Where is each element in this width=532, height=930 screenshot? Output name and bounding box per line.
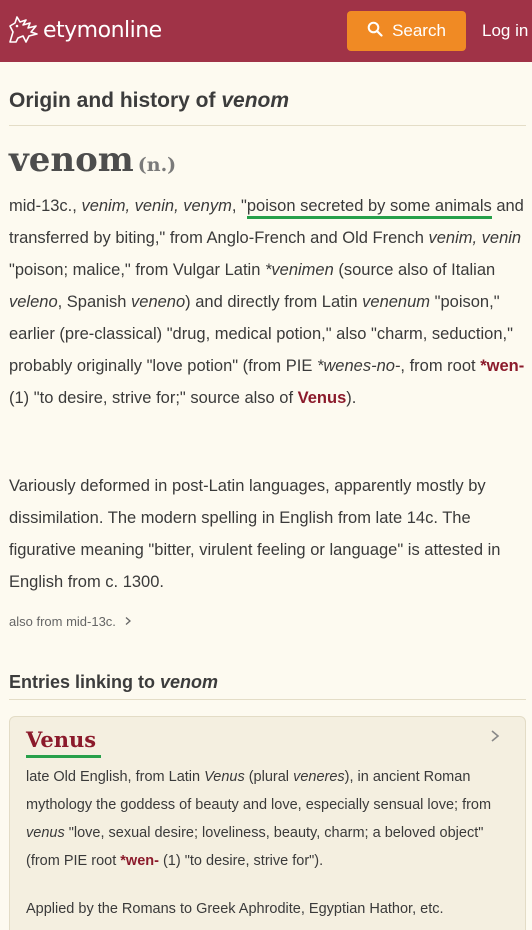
divider [9,699,526,700]
section-title-prefix: Entries linking to [9,672,161,692]
entry-paragraph-2: Variously deformed in post-Latin languag… [9,477,501,591]
search-icon [367,21,392,42]
search-button-label: Search [392,21,446,40]
section-title: Entries linking to venom [9,672,218,693]
top-bar: etymonline Search Log in [0,0,532,62]
entry-word-text: venom [9,140,134,180]
griffin-logo-icon [6,14,40,46]
part-of-speech: (n.) [137,154,177,176]
page-title-prefix: Origin and history of [9,89,222,112]
chevron-right-icon [120,614,133,629]
entry-paragraph: mid-13c., venim, venin, venym, "poison s… [9,197,525,407]
login-link[interactable]: Log in [482,21,528,41]
card-paragraph: late Old English, from Latin Venus (plur… [26,769,492,869]
card-paragraph-2: Applied by the Romans to Greek Aphrodite… [26,901,444,917]
linked-entry-card[interactable]: Venus late Old English, from Latin Venus… [9,716,526,930]
card-title-underline [26,755,101,758]
section-title-word: venom [160,672,219,692]
search-button[interactable]: Search [347,11,466,51]
link-wen-root[interactable]: *wen- [480,357,524,375]
link-venus[interactable]: Venus [298,389,347,407]
also-from-text: also from mid-13c. [9,614,116,629]
card-link-wen-root[interactable]: *wen- [120,853,159,869]
chevron-right-icon[interactable] [488,729,502,748]
page-title: Origin and history of venom [9,89,289,113]
card-title[interactable]: Venus [26,727,96,752]
also-from-link[interactable]: also from mid-13c. [9,614,133,629]
site-logo[interactable]: etymonline [6,14,162,46]
page-title-word: venom [221,89,290,112]
entry-word: venom (n.) [9,140,176,180]
logo-text: etymonline [43,17,162,43]
divider [9,125,526,126]
highlighted-definition: poison secreted by some animals [246,197,492,219]
